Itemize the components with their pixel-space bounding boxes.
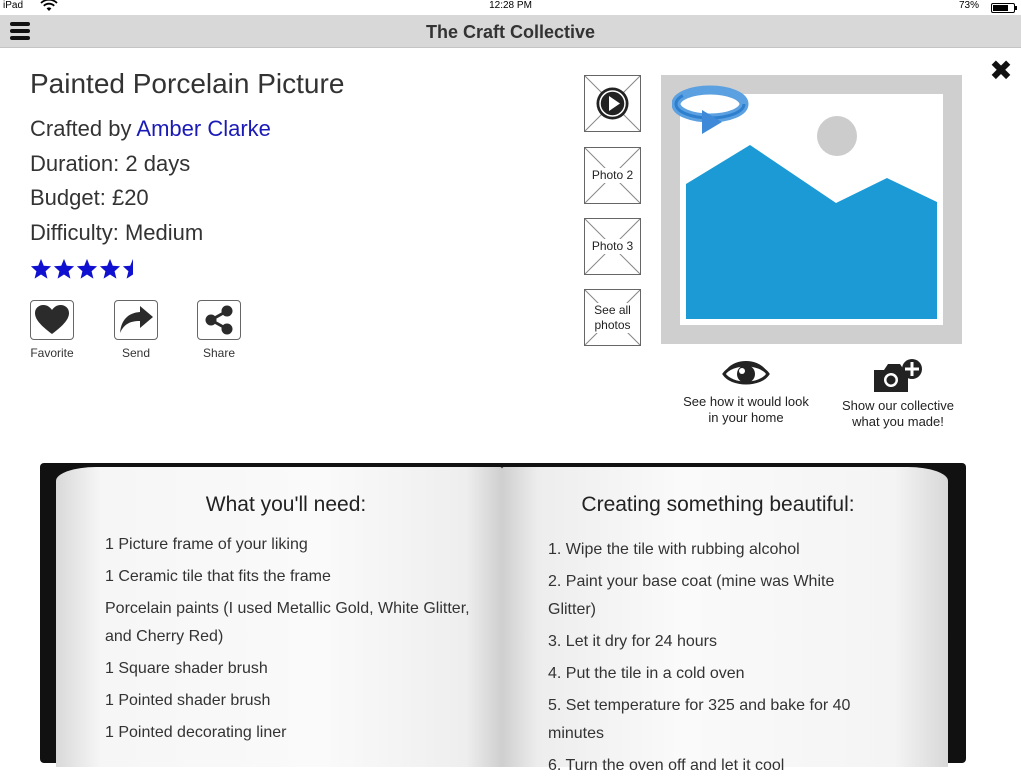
crafted-by-prefix: Crafted by bbox=[30, 116, 132, 141]
craft-title: Painted Porcelain Picture bbox=[30, 68, 345, 99]
send-label: Send bbox=[121, 346, 151, 360]
instruction-book: What you'll need: 1 Picture frame of you… bbox=[40, 455, 966, 774]
camera-plus-icon bbox=[874, 359, 922, 392]
heart-icon bbox=[35, 305, 69, 334]
material-item: Porcelain paints (I used Metallic Gold, … bbox=[105, 600, 470, 645]
share-nodes-icon bbox=[205, 305, 233, 335]
step-item: 2. Paint your base coat (mine was White … bbox=[548, 573, 835, 618]
navigation-bar: The Craft Collective bbox=[0, 15, 1021, 48]
share-made-label: Show our collective what you made! bbox=[842, 398, 954, 429]
share-made-button[interactable]: Show our collective what you made! bbox=[833, 358, 963, 430]
steps-list: 1. Wipe the tile with rubbing alcohol 2. … bbox=[548, 536, 868, 784]
star-icon bbox=[99, 258, 121, 279]
eye-icon bbox=[722, 361, 770, 385]
share-button[interactable]: Share bbox=[189, 300, 249, 360]
rotate-icon[interactable] bbox=[672, 82, 750, 140]
star-icon bbox=[53, 258, 75, 279]
duration-label: Duration: 2 days bbox=[30, 151, 191, 176]
thumbnail-label: Photo 3 bbox=[590, 239, 635, 254]
preview-in-home-button[interactable]: See how it would look in your home bbox=[681, 358, 811, 426]
thumbnail-photo-3[interactable]: Photo 3 bbox=[584, 218, 641, 275]
favorite-label: Favorite bbox=[30, 346, 74, 360]
step-item: 4. Put the tile in a cold oven bbox=[548, 665, 745, 682]
step-item: 5. Set temperature for 325 and bake for … bbox=[548, 697, 851, 742]
thumbnail-see-all[interactable]: See all photos bbox=[584, 289, 641, 346]
materials-list: 1 Picture frame of your liking 1 Ceramic … bbox=[105, 531, 475, 751]
material-item: 1 Pointed decorating liner bbox=[105, 724, 287, 741]
thumbnail-label: See all photos bbox=[591, 302, 634, 333]
material-item: 1 Pointed shader brush bbox=[105, 692, 271, 709]
material-item: 1 Square shader brush bbox=[105, 660, 268, 677]
difficulty-label: Difficulty: Medium bbox=[30, 220, 204, 245]
status-bar: iPad 12:28 PM 73% bbox=[0, 0, 1021, 14]
star-icon bbox=[30, 258, 52, 279]
battery-icon bbox=[991, 3, 1017, 13]
thumbnail-label: Photo 2 bbox=[590, 168, 635, 183]
send-button[interactable]: Send bbox=[106, 300, 166, 360]
favorite-button[interactable]: Favorite bbox=[22, 300, 82, 360]
preview-in-home-label: See how it would look in your home bbox=[683, 394, 809, 425]
thumbnail-video[interactable] bbox=[584, 75, 641, 132]
material-item: 1 Picture frame of your liking bbox=[105, 536, 308, 553]
crafted-by-line: Crafted by Amber Clarke bbox=[30, 116, 271, 142]
materials-heading: What you'll need: bbox=[205, 493, 367, 516]
status-time: 12:28 PM bbox=[489, 0, 532, 11]
budget-label: Budget: £20 bbox=[30, 185, 149, 210]
material-item: 1 Ceramic tile that fits the frame bbox=[105, 568, 331, 585]
battery-percentage: 73% bbox=[958, 0, 979, 11]
steps-heading: Creating something beautiful: bbox=[581, 493, 855, 516]
share-arrow-icon bbox=[120, 306, 153, 333]
step-item: 1. Wipe the tile with rubbing alcohol bbox=[548, 541, 800, 558]
thumbnail-photo-2[interactable]: Photo 2 bbox=[584, 147, 641, 204]
share-label: Share bbox=[202, 346, 236, 360]
star-icon bbox=[122, 258, 133, 279]
step-item: 6. Turn the oven off and let it cool bbox=[548, 757, 785, 774]
author-link[interactable]: Amber Clarke bbox=[136, 116, 270, 141]
star-icon bbox=[76, 258, 98, 279]
play-icon bbox=[596, 87, 629, 120]
step-item: 3. Let it dry for 24 hours bbox=[548, 633, 717, 650]
star-rating bbox=[30, 258, 144, 280]
app-title: The Craft Collective bbox=[425, 22, 596, 42]
close-icon[interactable]: ✖ bbox=[988, 57, 1014, 85]
